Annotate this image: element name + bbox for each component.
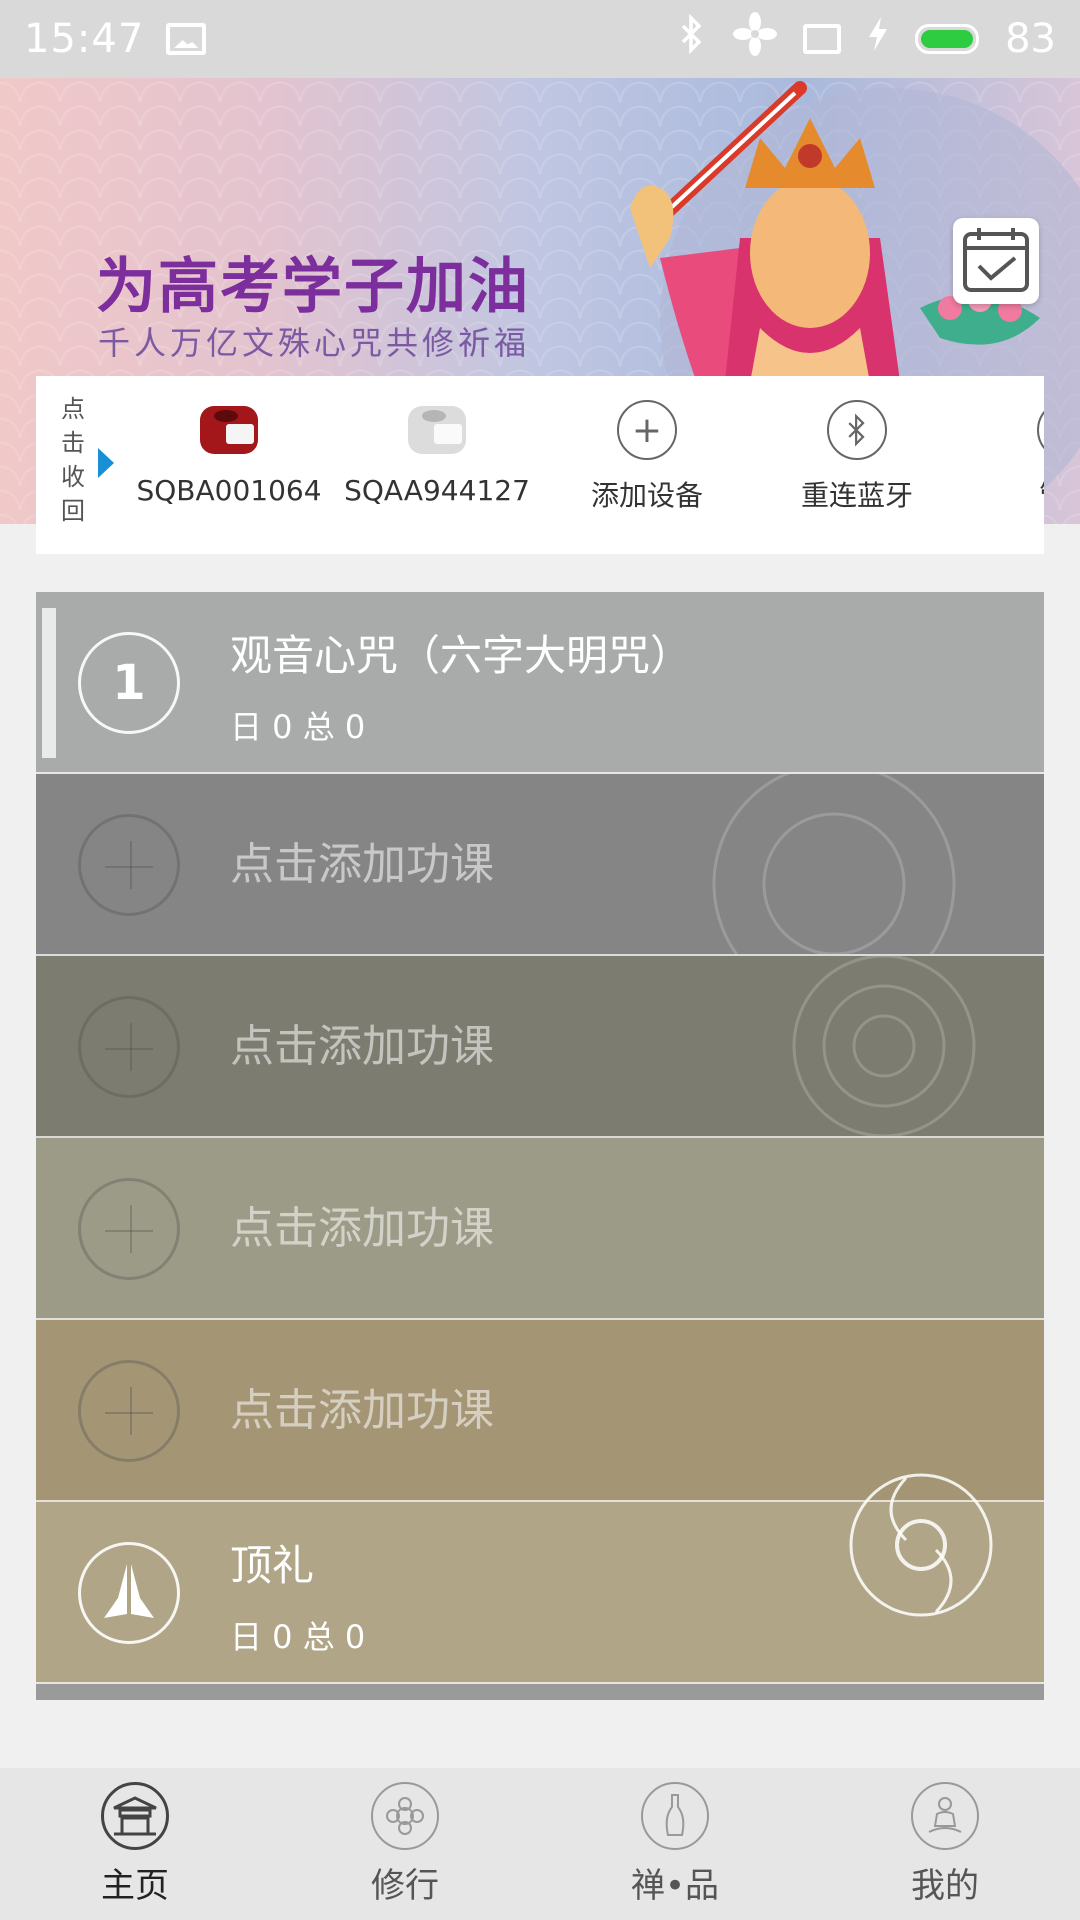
- practice-stats: 日 0 总 0: [230, 1618, 366, 1656]
- tab-zen-products[interactable]: 禅•品: [540, 1768, 810, 1920]
- add-practice-row[interactable]: 点击添加功课: [36, 774, 1044, 956]
- bluetooth-status-icon: [677, 13, 707, 64]
- tab-label: 主页: [101, 1866, 169, 1906]
- praying-hands-icon: [78, 1542, 180, 1644]
- add-practice-label: 点击添加功课: [230, 1021, 494, 1072]
- sim-card-icon: [803, 24, 842, 54]
- tab-home[interactable]: 主页: [0, 1768, 270, 1920]
- tab-label: 修行: [371, 1866, 439, 1906]
- practice-row[interactable]: 1 观音心咒（六字大明咒） 日 0 总 0: [36, 592, 1044, 774]
- collapse-arrow-icon[interactable]: [98, 448, 114, 478]
- battery-icon: [915, 24, 980, 54]
- list-edge: [36, 1684, 1044, 1700]
- plus-icon: [78, 1360, 180, 1462]
- device-label: SQAA944127: [344, 474, 530, 507]
- tab-label: 禅•品: [630, 1866, 720, 1906]
- charging-icon: [867, 15, 889, 63]
- tab-profile[interactable]: 我的: [810, 1768, 1080, 1920]
- tab-label: 我的: [911, 1866, 979, 1906]
- manage-label: 管理: [972, 474, 1044, 514]
- plus-circle-icon: +: [617, 400, 677, 460]
- practice-number-badge: 1: [78, 632, 180, 734]
- image-notification-icon: [166, 23, 207, 55]
- manage-button[interactable]: 管理: [972, 400, 1044, 514]
- practice-title: 顶礼: [230, 1541, 315, 1590]
- plus-icon: [78, 996, 180, 1098]
- collapse-toggle[interactable]: 点击收回: [58, 392, 88, 528]
- selected-indicator: [42, 608, 56, 758]
- tab-practice[interactable]: 修行: [270, 1768, 540, 1920]
- battery-level: 83: [1005, 16, 1056, 62]
- grey-counter-device-icon: [408, 406, 466, 454]
- manage-icon: [1037, 400, 1044, 460]
- reconnect-bluetooth-button[interactable]: 重连蓝牙: [762, 400, 952, 514]
- reconnect-bluetooth-label: 重连蓝牙: [800, 479, 913, 512]
- add-device-button[interactable]: + 添加设备: [552, 400, 742, 514]
- add-practice-row[interactable]: 点击添加功课: [36, 1138, 1044, 1320]
- vase-icon: [641, 1782, 709, 1850]
- device-sqba001064[interactable]: SQBA001064: [134, 400, 324, 507]
- device-bar: 点击收回 SQBA001064 SQAA944127 + 添加设备 重连蓝牙: [36, 376, 1044, 554]
- flower-notification-icon: [733, 12, 778, 66]
- status-time: 15:47: [24, 16, 145, 62]
- floating-counter-button[interactable]: [846, 1470, 996, 1620]
- banner-headline: 为高考学子加油: [96, 252, 530, 322]
- add-practice-label: 点击添加功课: [230, 839, 494, 890]
- banner-subline: 千人万亿文殊心咒共修祈福: [98, 324, 531, 362]
- device-sqaa944127[interactable]: SQAA944127: [342, 400, 532, 507]
- bluetooth-icon: [827, 400, 887, 460]
- meditation-person-icon: [911, 1782, 979, 1850]
- status-bar: 15:47 83: [0, 0, 1080, 78]
- add-practice-row[interactable]: 点击添加功课: [36, 956, 1044, 1138]
- plus-icon: [78, 814, 180, 916]
- temple-icon: [101, 1782, 169, 1850]
- calendar-check-icon: [963, 228, 1029, 292]
- device-label: SQBA001064: [136, 474, 322, 507]
- plus-icon: [78, 1178, 180, 1280]
- add-practice-label: 点击添加功课: [230, 1203, 494, 1254]
- bottom-nav: 主页 修行 禅•品 我的: [0, 1768, 1080, 1920]
- add-device-label: 添加设备: [590, 479, 703, 512]
- practice-title: 观音心咒（六字大明咒）: [230, 631, 693, 680]
- calendar-checkin-button[interactable]: [953, 218, 1039, 304]
- lotus-icon: [371, 1782, 439, 1850]
- add-practice-label: 点击添加功课: [230, 1385, 494, 1436]
- red-counter-device-icon: [200, 406, 258, 454]
- practice-stats: 日 0 总 0: [230, 708, 366, 746]
